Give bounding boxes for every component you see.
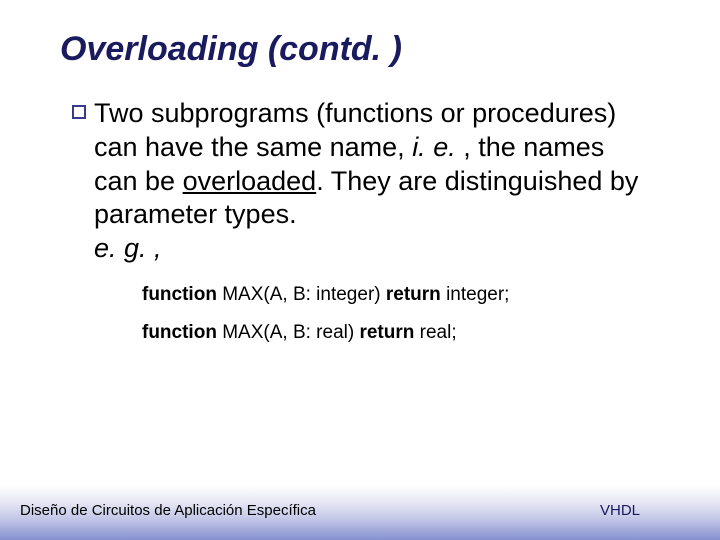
footer-right-text: VHDL — [600, 502, 640, 519]
slide-title: Overloading (contd. ) — [60, 30, 680, 69]
keyword-return: return — [359, 322, 414, 343]
square-bullet-icon — [72, 105, 86, 119]
footer-left-text: Diseño de Circuitos de Aplicación Especí… — [20, 502, 316, 519]
slide-container: Overloading (contd. ) Two subprograms (f… — [0, 0, 720, 540]
text-ie: i. e. — [412, 132, 463, 162]
keyword-function: function — [142, 284, 217, 305]
bullet-item: Two subprograms (functions or procedures… — [72, 97, 650, 266]
code-line-2: function MAX(A, B: real) return real; — [142, 322, 650, 344]
code-text: MAX(A, B: real) — [217, 322, 360, 343]
bullet-text: Two subprograms (functions or procedures… — [94, 97, 650, 266]
text-overloaded: overloaded — [183, 166, 317, 196]
text-eg: e. g. , — [94, 233, 162, 263]
code-text: real; — [414, 322, 456, 343]
keyword-function: function — [142, 322, 217, 343]
code-text: integer; — [441, 284, 510, 305]
code-line-1: function MAX(A, B: integer) return integ… — [142, 284, 650, 306]
footer-bar: Diseño de Circuitos de Aplicación Especí… — [0, 485, 720, 540]
content-area: Two subprograms (functions or procedures… — [72, 97, 650, 344]
code-text: MAX(A, B: integer) — [217, 284, 386, 305]
keyword-return: return — [386, 284, 441, 305]
